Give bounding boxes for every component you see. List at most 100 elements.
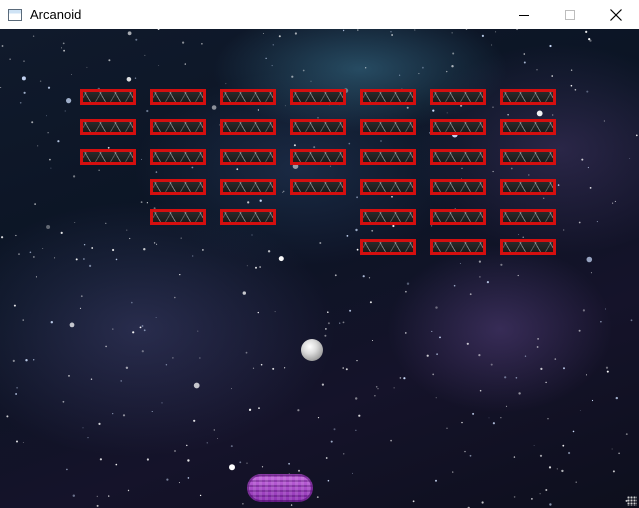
star — [274, 311, 276, 313]
star — [283, 190, 285, 192]
star — [140, 201, 143, 204]
game-canvas[interactable] — [0, 29, 639, 508]
star — [461, 421, 463, 424]
star — [414, 29, 416, 31]
star — [179, 274, 181, 276]
star — [459, 263, 461, 264]
star — [375, 386, 378, 388]
star — [522, 236, 524, 238]
star — [99, 458, 102, 461]
star — [178, 482, 180, 484]
star — [574, 89, 577, 91]
star — [492, 170, 494, 173]
brick — [290, 89, 346, 105]
star — [259, 199, 262, 202]
star — [126, 77, 132, 82]
star — [357, 29, 359, 31]
star — [193, 419, 196, 422]
brick — [430, 89, 486, 105]
brick — [500, 179, 556, 195]
star — [469, 293, 472, 296]
star — [252, 367, 255, 369]
star — [293, 144, 296, 147]
star — [272, 44, 274, 46]
star — [321, 383, 324, 386]
star — [342, 29, 345, 32]
star — [23, 91, 26, 94]
star — [391, 34, 393, 36]
brick — [500, 119, 556, 135]
star — [22, 442, 24, 443]
star — [35, 276, 37, 278]
star — [75, 258, 78, 261]
brick — [360, 179, 416, 195]
star — [157, 29, 160, 30]
star — [182, 41, 185, 44]
star — [548, 466, 552, 469]
star — [504, 376, 507, 379]
maximize-button[interactable] — [547, 0, 593, 29]
star — [34, 203, 36, 205]
star — [129, 237, 131, 240]
star — [492, 106, 494, 108]
star — [74, 222, 76, 223]
star — [399, 377, 402, 379]
star — [327, 322, 330, 325]
star — [229, 464, 235, 471]
star — [435, 397, 437, 399]
star — [239, 461, 242, 464]
star — [230, 445, 233, 448]
brick — [290, 179, 346, 195]
star — [257, 109, 259, 111]
star — [352, 472, 353, 474]
star — [374, 395, 376, 397]
star — [16, 440, 18, 443]
star — [211, 105, 217, 110]
star — [603, 120, 605, 122]
star — [90, 378, 93, 380]
brick — [290, 149, 346, 165]
star — [298, 469, 300, 472]
resize-grip-icon[interactable] — [627, 496, 637, 506]
star — [406, 282, 410, 285]
star — [478, 260, 481, 263]
star — [79, 307, 82, 309]
paddle[interactable] — [247, 474, 313, 502]
star — [83, 258, 85, 260]
brick — [150, 179, 206, 195]
star — [291, 75, 294, 78]
star — [342, 367, 345, 369]
window-controls — [501, 0, 639, 29]
star — [9, 58, 11, 60]
star — [151, 411, 153, 412]
star — [391, 196, 393, 198]
star — [578, 329, 581, 332]
star — [71, 74, 72, 75]
brick — [360, 119, 416, 135]
star — [15, 393, 17, 395]
close-button[interactable] — [593, 0, 639, 29]
star — [327, 311, 329, 314]
star — [590, 272, 592, 274]
star — [62, 42, 65, 45]
star — [589, 39, 592, 42]
star — [265, 57, 267, 59]
star — [50, 321, 53, 324]
minimize-button[interactable] — [501, 0, 547, 29]
star — [618, 452, 620, 455]
star — [288, 462, 290, 465]
star — [127, 489, 130, 492]
star — [585, 30, 588, 33]
star — [153, 242, 156, 244]
star — [134, 77, 137, 79]
star — [89, 264, 92, 267]
star — [629, 158, 631, 159]
star — [572, 430, 575, 433]
star — [348, 142, 351, 145]
star — [432, 373, 435, 376]
star — [393, 387, 395, 389]
star — [570, 84, 573, 87]
star — [431, 330, 433, 332]
star — [49, 158, 51, 161]
star — [61, 47, 62, 49]
